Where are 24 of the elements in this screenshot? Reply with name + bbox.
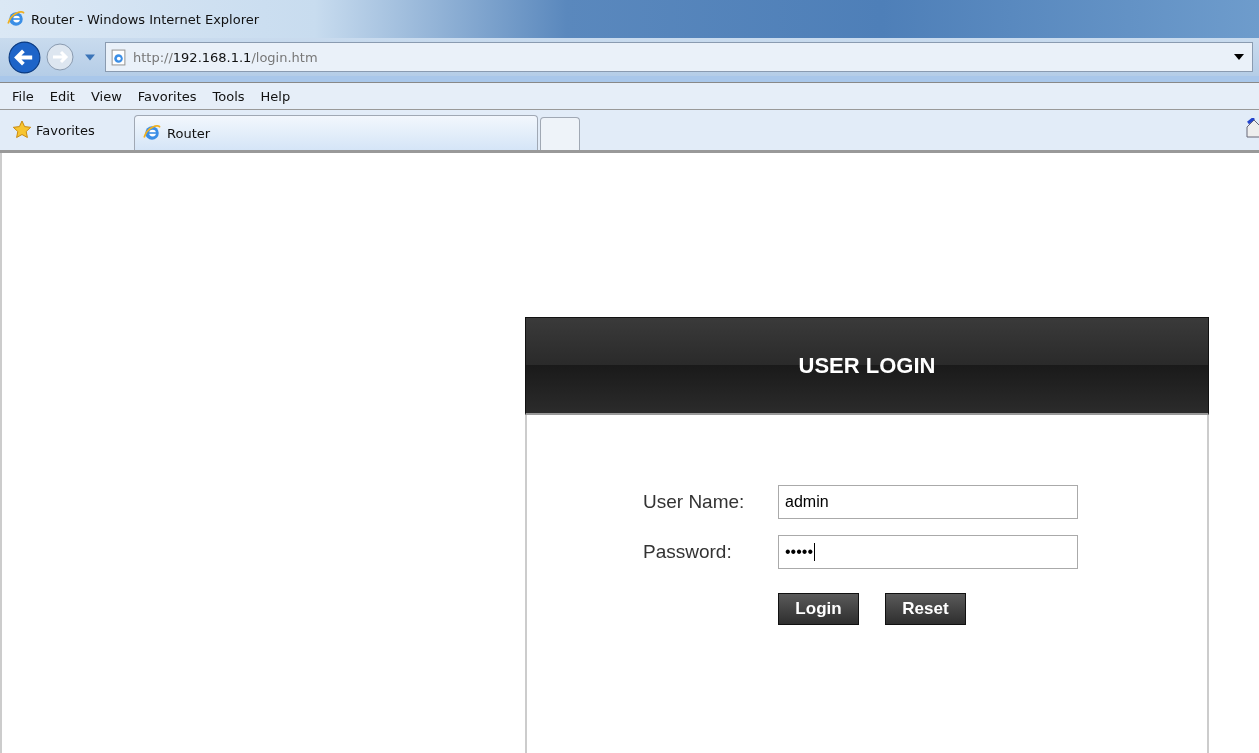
menu-item[interactable]: Edit [41, 88, 83, 104]
page-icon [110, 48, 127, 66]
browser-logo-icon [143, 124, 161, 142]
field-label: Password: [643, 541, 733, 563]
dropdown-icon[interactable] [1234, 54, 1244, 60]
field-label: User Name: [643, 491, 746, 513]
star-icon [12, 120, 32, 140]
menu-item[interactable]: File [12, 88, 42, 104]
browser-tab[interactable]: Router [134, 115, 538, 150]
form-button[interactable]: Login [778, 593, 859, 625]
menu-item[interactable]: Favorites [129, 88, 205, 104]
menu-item[interactable]: View [82, 88, 130, 104]
browser-logo-icon [7, 10, 25, 28]
menu-item[interactable]: Help [252, 88, 299, 104]
input-field[interactable]: ••••• [778, 535, 1078, 569]
menu-item[interactable]: Tools [204, 88, 253, 104]
address-field[interactable]: http://192.168.1.1/login.htm [105, 42, 1253, 72]
window-title: Router - Windows Internet Explorer [31, 11, 260, 27]
back-icon[interactable] [8, 40, 41, 74]
panel-title: USER LOGIN [798, 352, 936, 379]
favorites-button[interactable]: Favorites [12, 113, 134, 147]
input-field[interactable]: admin [778, 485, 1078, 519]
home-icon[interactable] [1245, 118, 1259, 138]
form-button[interactable]: Reset [885, 593, 966, 625]
